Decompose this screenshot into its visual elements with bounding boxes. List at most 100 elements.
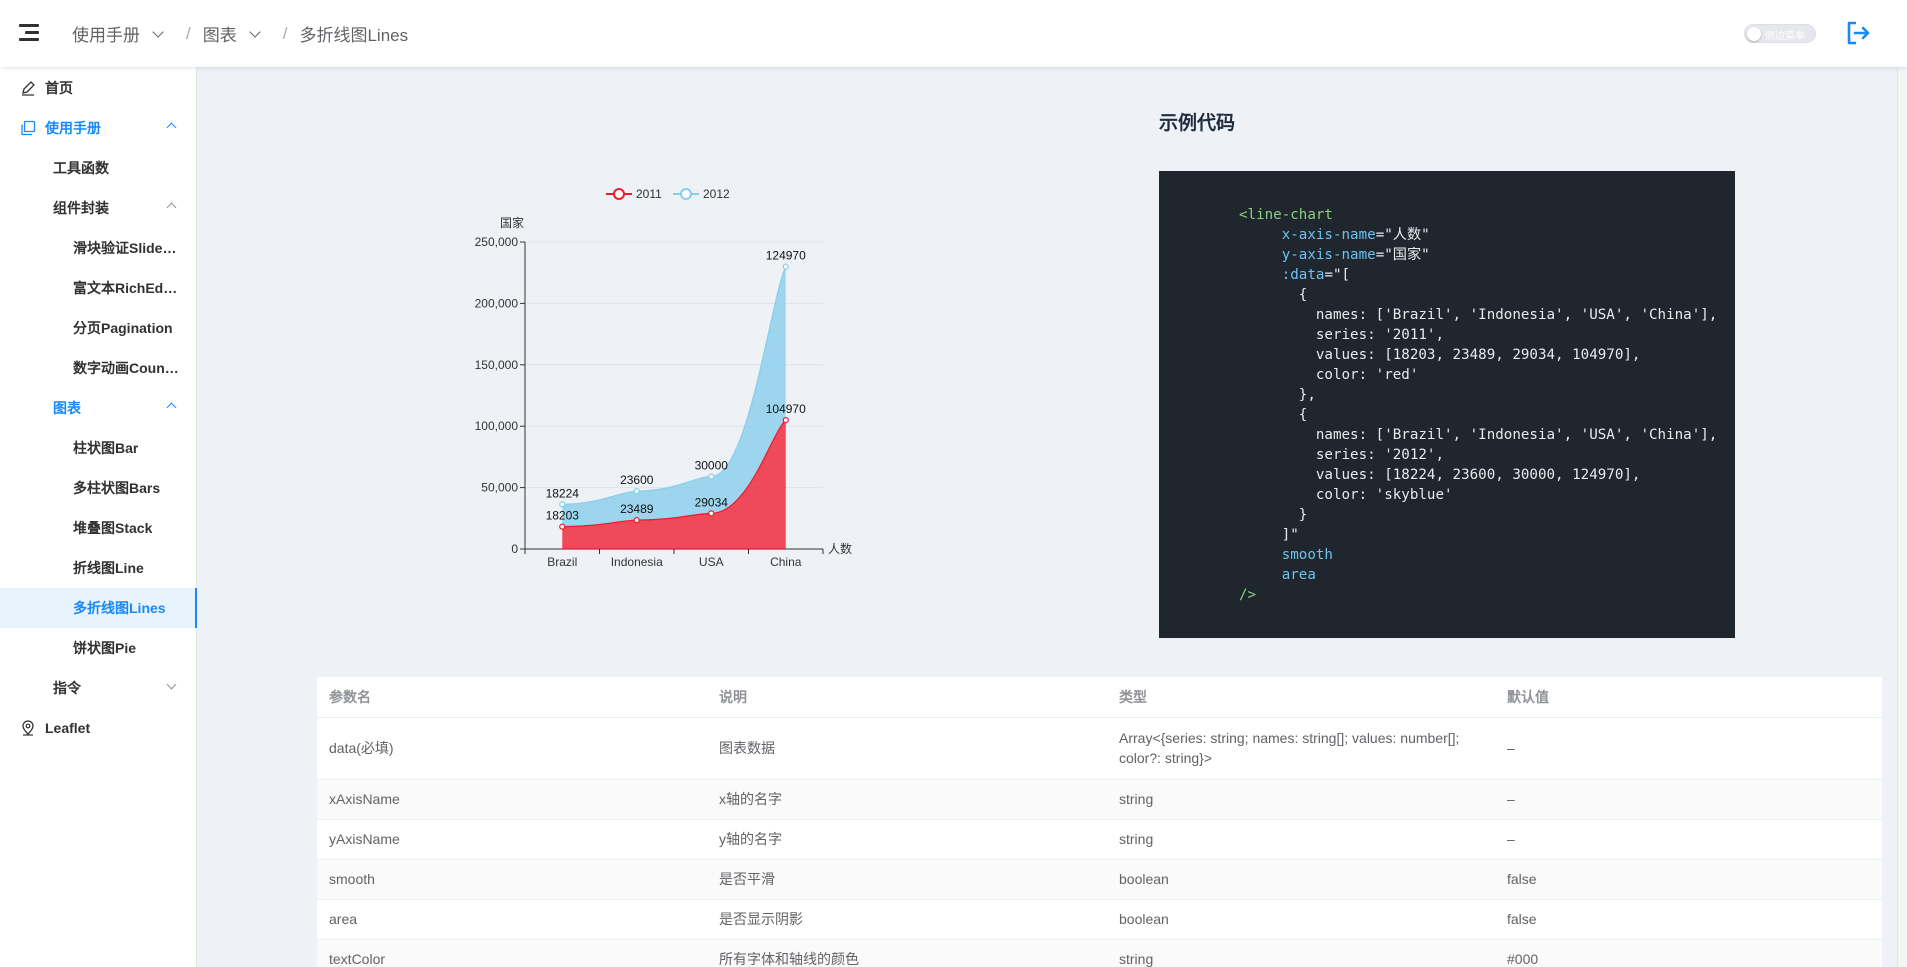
table-cell: x轴的名字 xyxy=(707,779,1107,820)
table-row: area 是否显示阴影 boolean false xyxy=(317,899,1882,940)
hamburger-menu-icon[interactable] xyxy=(19,24,39,42)
sidebar-item-bar[interactable]: 柱状图Bar xyxy=(0,428,197,468)
table-cell: area xyxy=(317,899,707,940)
y-tick-label: 50,000 xyxy=(481,481,518,495)
breadcrumb-label: 使用手册 xyxy=(72,26,140,45)
y-tick-label: 200,000 xyxy=(475,296,519,310)
sidebar-item-label: 堆叠图Stack xyxy=(73,520,153,536)
table-cell: 是否显示阴影 xyxy=(707,899,1107,940)
table-cell: string xyxy=(1107,939,1495,967)
chart-svg: 0 50,000 100,000 150,000 200,000 250,000 Brazi… xyxy=(475,187,852,569)
toggle-label: 侧边菜单 xyxy=(1765,31,1805,42)
location-icon xyxy=(22,720,34,736)
breadcrumb: 使用手册 / 图表 / 多折线图Lines xyxy=(72,21,408,46)
table-header-cell: 说明 xyxy=(707,677,1107,718)
table-cell: false xyxy=(1495,899,1882,940)
sidebar-item-leaflet[interactable]: Leaflet xyxy=(0,708,197,748)
sidebar-item-components[interactable]: 组件封装 xyxy=(0,188,197,228)
table-row: xAxisName x轴的名字 string – xyxy=(317,779,1882,820)
sidebar-item-line[interactable]: 折线图Line xyxy=(0,548,197,588)
chevron-down-icon xyxy=(166,679,177,690)
data-label: 23489 xyxy=(620,502,654,516)
sidebar-item-count-to[interactable]: 数字动画CountTo xyxy=(0,348,197,388)
code-example-block: <line-chart x-axis-name="人数" y-axis-name… xyxy=(1159,171,1735,638)
toggle-knob xyxy=(1747,26,1761,41)
table-cell: smooth xyxy=(317,859,707,900)
sidebar-item-label: 指令 xyxy=(53,680,81,696)
chevron-up-icon xyxy=(166,402,177,413)
code-section-title: 示例代码 xyxy=(1159,113,1236,134)
table-header-cell: 参数名 xyxy=(317,677,707,718)
x-tick-label: Brazil xyxy=(547,555,577,569)
data-point xyxy=(559,523,566,530)
table-cell: #000 xyxy=(1495,939,1882,967)
sidebar-item-label: 数字动画CountTo xyxy=(73,360,179,376)
x-tick-label: Indonesia xyxy=(611,555,663,569)
breadcrumb-separator: / xyxy=(282,23,288,43)
table-cell: y轴的名字 xyxy=(707,819,1107,860)
sidebar-item-utils[interactable]: 工具函数 xyxy=(0,148,197,188)
sidebar-item-lines[interactable]: 多折线图Lines xyxy=(0,588,197,628)
table-cell: textColor xyxy=(317,939,707,967)
legend-label: 2012 xyxy=(703,187,730,201)
table-row: data(必填) 图表数据 Array<{series: string; nam… xyxy=(317,717,1882,780)
data-label: 124970 xyxy=(766,249,806,263)
table-row: smooth 是否平滑 boolean false xyxy=(317,859,1882,900)
breadcrumb-item-current: 多折线图Lines xyxy=(299,21,408,46)
logout-icon[interactable] xyxy=(1845,20,1871,46)
table-header-cell: 默认值 xyxy=(1495,677,1882,718)
sidebar-item-label: Leaflet xyxy=(45,720,91,736)
sidebar-item-bars[interactable]: 多柱状图Bars xyxy=(0,468,197,508)
chevron-up-icon xyxy=(166,202,177,213)
sidebar-item-label: 组件封装 xyxy=(53,200,109,216)
data-point xyxy=(633,488,640,495)
sidebar-item-label: 柱状图Bar xyxy=(73,440,139,456)
sidebar-item-label: 滑块验证SliderVerify xyxy=(73,240,179,256)
breadcrumb-item-manual[interactable]: 使用手册 xyxy=(72,21,174,46)
data-label: 29034 xyxy=(695,495,729,509)
sidebar-item-charts[interactable]: 图表 xyxy=(0,388,197,428)
sidebar-item-rich-editor[interactable]: 富文本RichEditor xyxy=(0,268,197,308)
data-point xyxy=(559,501,566,508)
x-tick-label: China xyxy=(770,555,802,569)
sidebar-item-stack[interactable]: 堆叠图Stack xyxy=(0,508,197,548)
table-cell: 图表数据 xyxy=(707,717,1107,780)
table-cell: data(必填) xyxy=(317,717,707,780)
breadcrumb-item-charts[interactable]: 图表 xyxy=(203,21,271,46)
table-cell: yAxisName xyxy=(317,819,707,860)
table-cell: 所有字体和轴线的颜色 xyxy=(707,939,1107,967)
breadcrumb-separator: / xyxy=(186,23,191,43)
sidebar-item-label: 分页Pagination xyxy=(73,320,173,336)
sidebar-item-manual[interactable]: 使用手册 xyxy=(0,108,197,148)
table-cell: – xyxy=(1495,779,1882,820)
sidebar-item-pie[interactable]: 饼状图Pie xyxy=(0,628,197,668)
table-cell: 是否平滑 xyxy=(707,859,1107,900)
x-tick-label: USA xyxy=(699,555,724,569)
sidebar-item-label: 图表 xyxy=(53,400,81,416)
legend-marker xyxy=(613,188,625,200)
data-point xyxy=(708,473,715,480)
sidebar-item-pagination[interactable]: 分页Pagination xyxy=(0,308,197,348)
page-scrollbar[interactable] xyxy=(1897,67,1907,967)
y-axis-label: 国家 xyxy=(500,215,524,230)
sidebar-item-home[interactable]: 首页 xyxy=(0,68,197,108)
data-label: 18203 xyxy=(546,509,580,523)
data-point xyxy=(782,416,789,424)
table-cell: xAxisName xyxy=(317,779,707,820)
y-tick-label: 150,000 xyxy=(475,358,519,372)
sidebar-item-label: 多折线图Lines xyxy=(73,600,166,616)
sidebar-item-directives[interactable]: 指令 xyxy=(0,668,197,708)
table-row: yAxisName y轴的名字 string – xyxy=(317,819,1882,860)
table-header-cell: 类型 xyxy=(1107,677,1495,718)
table-cell: – xyxy=(1495,819,1882,860)
breadcrumb-label: 多折线图Lines xyxy=(299,26,409,45)
sidebar-item-label: 多柱状图Bars xyxy=(73,480,161,496)
chevron-down-icon xyxy=(152,25,164,38)
y-tick-label: 250,000 xyxy=(475,235,519,249)
table-cell: Array<{series: string; names: string[]; … xyxy=(1107,717,1495,780)
table-cell: boolean xyxy=(1107,859,1495,900)
sidebar-item-slider-verify[interactable]: 滑块验证SliderVerify xyxy=(0,228,197,268)
side-menu-toggle[interactable]: 侧边菜单 xyxy=(1744,24,1816,43)
table-cell: string xyxy=(1107,779,1495,820)
table-row: textColor 所有字体和轴线的颜色 string #000 xyxy=(317,939,1882,967)
